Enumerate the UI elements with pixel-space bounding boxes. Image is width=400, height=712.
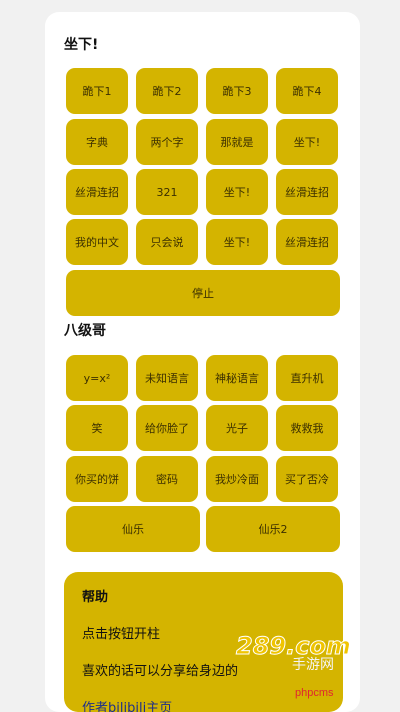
sound-button-zhihuishuo[interactable]: 只会说 bbox=[136, 219, 198, 265]
button-row-6: 笑 给你脸了 光子 救救我 bbox=[66, 405, 340, 451]
stop-button[interactable]: 停止 bbox=[66, 270, 340, 316]
sound-button-wochaolengmian[interactable]: 我炒冷面 bbox=[206, 456, 268, 502]
section-title-bajige: 八级哥 bbox=[64, 323, 106, 339]
sound-button-jiujiuwo[interactable]: 救救我 bbox=[276, 405, 338, 451]
button-row-1: 跪下1 跪下2 跪下3 跪下4 bbox=[66, 68, 340, 114]
help-title: 帮助 bbox=[82, 590, 109, 605]
button-row-4: 我的中文 只会说 坐下! 丝滑连招 bbox=[66, 219, 340, 265]
sound-button-321[interactable]: 321 bbox=[136, 169, 198, 215]
sound-button-mima[interactable]: 密码 bbox=[136, 456, 198, 502]
sound-button-shenmiyuyan[interactable]: 神秘语言 bbox=[206, 355, 268, 401]
watermark-sub-text: 手游网 bbox=[292, 657, 334, 672]
sound-button-guixia2[interactable]: 跪下2 bbox=[136, 68, 198, 114]
sound-button-guixia1[interactable]: 跪下1 bbox=[66, 68, 128, 114]
watermark-site-text: phpcms bbox=[295, 687, 334, 699]
sound-button-mailefoleng[interactable]: 买了否冷 bbox=[276, 456, 338, 502]
sound-button-nimaidebing[interactable]: 你买的饼 bbox=[66, 456, 128, 502]
button-row-2: 字典 两个字 那就是 坐下! bbox=[66, 119, 340, 165]
sound-button-y-equals-x2[interactable]: y=x² bbox=[66, 355, 128, 401]
section-title-zuoxia: 坐下! bbox=[64, 37, 99, 53]
sound-button-ligezi[interactable]: 两个字 bbox=[136, 119, 198, 165]
author-bilibili-link[interactable]: 作者bilibili主页 bbox=[82, 697, 325, 712]
sound-button-guixia3[interactable]: 跪下3 bbox=[206, 68, 268, 114]
sound-button-guixia4[interactable]: 跪下4 bbox=[276, 68, 338, 114]
sound-button-wodezhongwen[interactable]: 我的中文 bbox=[66, 219, 128, 265]
sound-button-sihualianzhao[interactable]: 丝滑连招 bbox=[66, 169, 128, 215]
sound-button-najiushi[interactable]: 那就是 bbox=[206, 119, 268, 165]
sound-button-zhishengji[interactable]: 直升机 bbox=[276, 355, 338, 401]
sound-button-xianle[interactable]: 仙乐 bbox=[66, 506, 200, 552]
sound-button-geinilianle[interactable]: 给你脸了 bbox=[136, 405, 198, 451]
watermark-logo-text: 289.com bbox=[236, 632, 351, 660]
button-row-5: y=x² 未知语言 神秘语言 直升机 bbox=[66, 355, 340, 401]
sound-button-xiao[interactable]: 笑 bbox=[66, 405, 128, 451]
sound-button-zuoxia-3[interactable]: 坐下! bbox=[206, 219, 268, 265]
button-row-7: 你买的饼 密码 我炒冷面 买了否冷 bbox=[66, 456, 340, 502]
button-row-8: 仙乐 仙乐2 bbox=[66, 506, 340, 552]
sound-button-guangzi[interactable]: 光子 bbox=[206, 405, 268, 451]
button-row-3: 丝滑连招 321 坐下! 丝滑连招 bbox=[66, 169, 340, 215]
watermark-logo-icon: 289.com 手游网 bbox=[236, 632, 352, 673]
sound-button-sihualianzhao-3[interactable]: 丝滑连招 bbox=[276, 219, 338, 265]
sound-button-zuoxia[interactable]: 坐下! bbox=[276, 119, 338, 165]
sound-button-zidian[interactable]: 字典 bbox=[66, 119, 128, 165]
sound-button-sihualianzhao-2[interactable]: 丝滑连招 bbox=[276, 169, 338, 215]
sound-button-xianle2[interactable]: 仙乐2 bbox=[206, 506, 340, 552]
sound-button-weizhiyuyan[interactable]: 未知语言 bbox=[136, 355, 198, 401]
sound-button-zuoxia-2[interactable]: 坐下! bbox=[206, 169, 268, 215]
